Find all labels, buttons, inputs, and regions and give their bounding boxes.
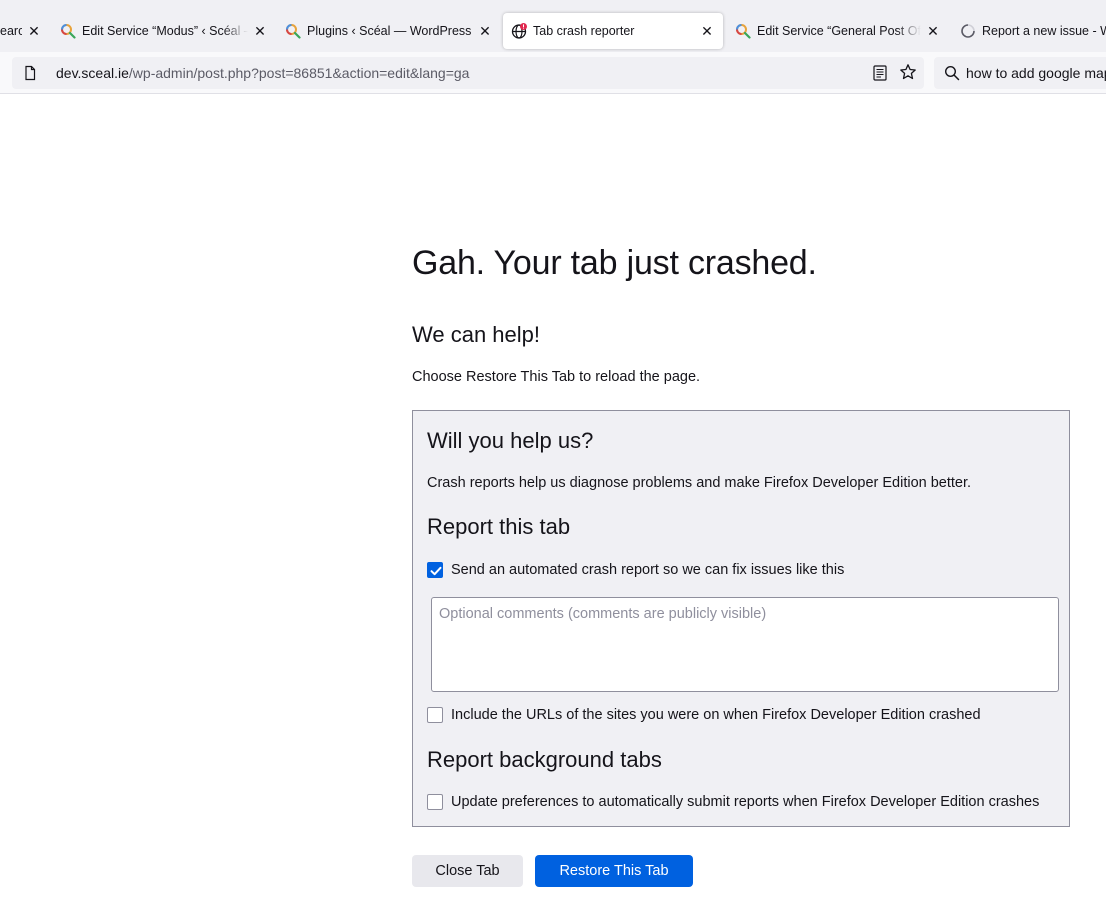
search-query: how to add google map	[966, 65, 1106, 81]
tab-report-issue[interactable]: Report a new issue - Wh	[960, 13, 1106, 49]
navigation-bar: dev.sceal.ie/wp-admin/post.php?post=8685…	[0, 52, 1106, 94]
crash-report-panel: Will you help us? Crash reports help us …	[412, 410, 1070, 827]
bookmark-star-icon[interactable]	[899, 63, 917, 81]
auto-submit-checkbox[interactable]	[427, 794, 443, 810]
close-tab-icon[interactable]: ✕	[26, 23, 42, 40]
comments-field[interactable]	[431, 597, 1059, 692]
close-tab-icon[interactable]: ✕	[477, 23, 493, 40]
tab-title: Edit Service “Modus” ‹ Scéal — W	[82, 24, 248, 38]
search-bar[interactable]: how to add google map	[934, 57, 1106, 89]
help-heading: We can help!	[412, 322, 541, 347]
tab-title: Plugins ‹ Scéal — WordPress	[307, 24, 472, 38]
restore-instructions: Choose Restore This Tab to reload the pa…	[412, 369, 701, 385]
panel-title: Will you help us?	[427, 428, 594, 453]
url-path: /wp-admin/post.php?post=86851&action=edi…	[128, 65, 470, 81]
page-icon	[22, 65, 38, 81]
tab-crash-reporter[interactable]: Tab crash reporter ✕	[503, 13, 723, 49]
include-urls-option[interactable]: Include the URLs of the sites you were o…	[427, 707, 981, 723]
tab-edit-service-gpo[interactable]: Edit Service “General Post Office ✕	[735, 13, 941, 49]
close-tab-icon[interactable]: ✕	[925, 23, 941, 40]
report-tab-heading: Report this tab	[427, 514, 571, 539]
send-report-option[interactable]: Send an automated crash report so we can…	[427, 562, 844, 578]
loading-icon	[960, 23, 976, 39]
tab-edit-service-modus[interactable]: Edit Service “Modus” ‹ Scéal — W ✕	[60, 13, 268, 49]
tab-plugins[interactable]: Plugins ‹ Scéal — WordPress ✕	[285, 13, 493, 49]
include-urls-label: Include the URLs of the sites you were o…	[451, 707, 981, 723]
url-host: dev.sceal.ie	[56, 65, 129, 81]
auto-submit-label: Update preferences to automatically subm…	[451, 794, 1040, 810]
restore-tab-button[interactable]: Restore This Tab	[535, 855, 693, 887]
search-tab-icon	[735, 23, 751, 39]
send-report-label: Send an automated crash report so we can…	[451, 562, 845, 578]
tab-title: Tab crash reporter	[533, 24, 635, 38]
page-title: Gah. Your tab just crashed.	[412, 244, 817, 282]
include-urls-checkbox[interactable]	[427, 707, 443, 723]
tab-title: earch	[0, 24, 22, 38]
url-text: dev.sceal.ie/wp-admin/post.php?post=8685…	[56, 65, 469, 81]
close-tab-icon[interactable]: ✕	[252, 23, 268, 40]
close-tab-icon[interactable]: ✕	[699, 23, 715, 40]
close-tab-button[interactable]: Close Tab	[412, 855, 523, 887]
panel-description: Crash reports help us diagnose problems …	[427, 475, 972, 491]
search-tab-icon	[285, 23, 301, 39]
send-report-checkbox[interactable]	[427, 562, 443, 578]
search-tab-icon	[60, 23, 76, 39]
globe-alert-icon	[511, 23, 527, 39]
tab-strip: earch ✕ Edit Service “Modus” ‹ Scéal — W…	[0, 0, 1106, 52]
background-tabs-heading: Report background tabs	[427, 747, 662, 772]
tab-title: Edit Service “General Post Office	[757, 24, 921, 38]
url-bar[interactable]: dev.sceal.ie/wp-admin/post.php?post=8685…	[12, 57, 924, 89]
search-icon	[944, 65, 960, 81]
tab-title: Report a new issue - Wh	[982, 24, 1106, 38]
tab-search-partial[interactable]: earch ✕	[0, 13, 42, 49]
reader-view-icon[interactable]	[873, 65, 887, 81]
auto-submit-option[interactable]: Update preferences to automatically subm…	[427, 794, 1039, 810]
